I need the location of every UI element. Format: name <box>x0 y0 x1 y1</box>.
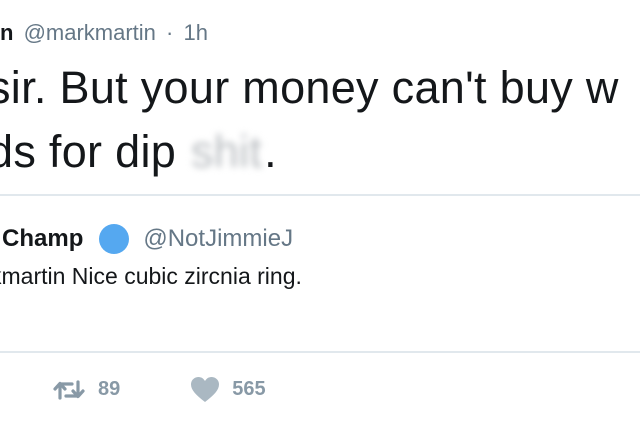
divider <box>0 194 640 196</box>
retweet-button[interactable]: 89 <box>52 378 120 401</box>
retweet-count: 89 <box>98 378 121 400</box>
quoted-tweet-text[interactable]: kmartin Nice cubic zircnia ring. <box>0 262 302 290</box>
tweet-text-line-2: ds for dip shit. <box>0 120 619 184</box>
divider <box>0 351 640 353</box>
quoted-tweet-header[interactable]: e Champ @NotJimmieJ <box>0 224 293 254</box>
tweet-text: sir. But your money can't buy w ds for d… <box>0 56 619 184</box>
heart-icon <box>190 376 220 403</box>
quoted-author-name[interactable]: e Champ <box>0 225 83 253</box>
tweet-text-line-2-suffix: . <box>264 126 277 177</box>
quoted-author-handle[interactable]: @NotJimmieJ <box>143 225 293 253</box>
like-button[interactable]: 565 <box>190 376 266 403</box>
tweet-text-line-1: sir. But your money can't buy w <box>0 62 619 113</box>
tweet-header: rtin @markmartin · 1h <box>0 20 208 46</box>
tweet-timestamp[interactable]: 1h <box>184 20 208 45</box>
author-name[interactable]: rtin <box>0 20 13 45</box>
tweet-text-line-2-prefix: ds for dip <box>0 126 189 177</box>
tweet-actions: 89 565 <box>52 376 266 403</box>
author-handle[interactable]: @markmartin <box>24 20 156 45</box>
retweet-icon <box>52 379 86 401</box>
avatar[interactable] <box>99 224 130 254</box>
like-count: 565 <box>232 378 266 400</box>
censored-word: shit <box>190 126 263 177</box>
tweet-card: rtin @markmartin · 1h sir. But your mone… <box>0 0 640 427</box>
separator-dot: · <box>166 20 174 45</box>
